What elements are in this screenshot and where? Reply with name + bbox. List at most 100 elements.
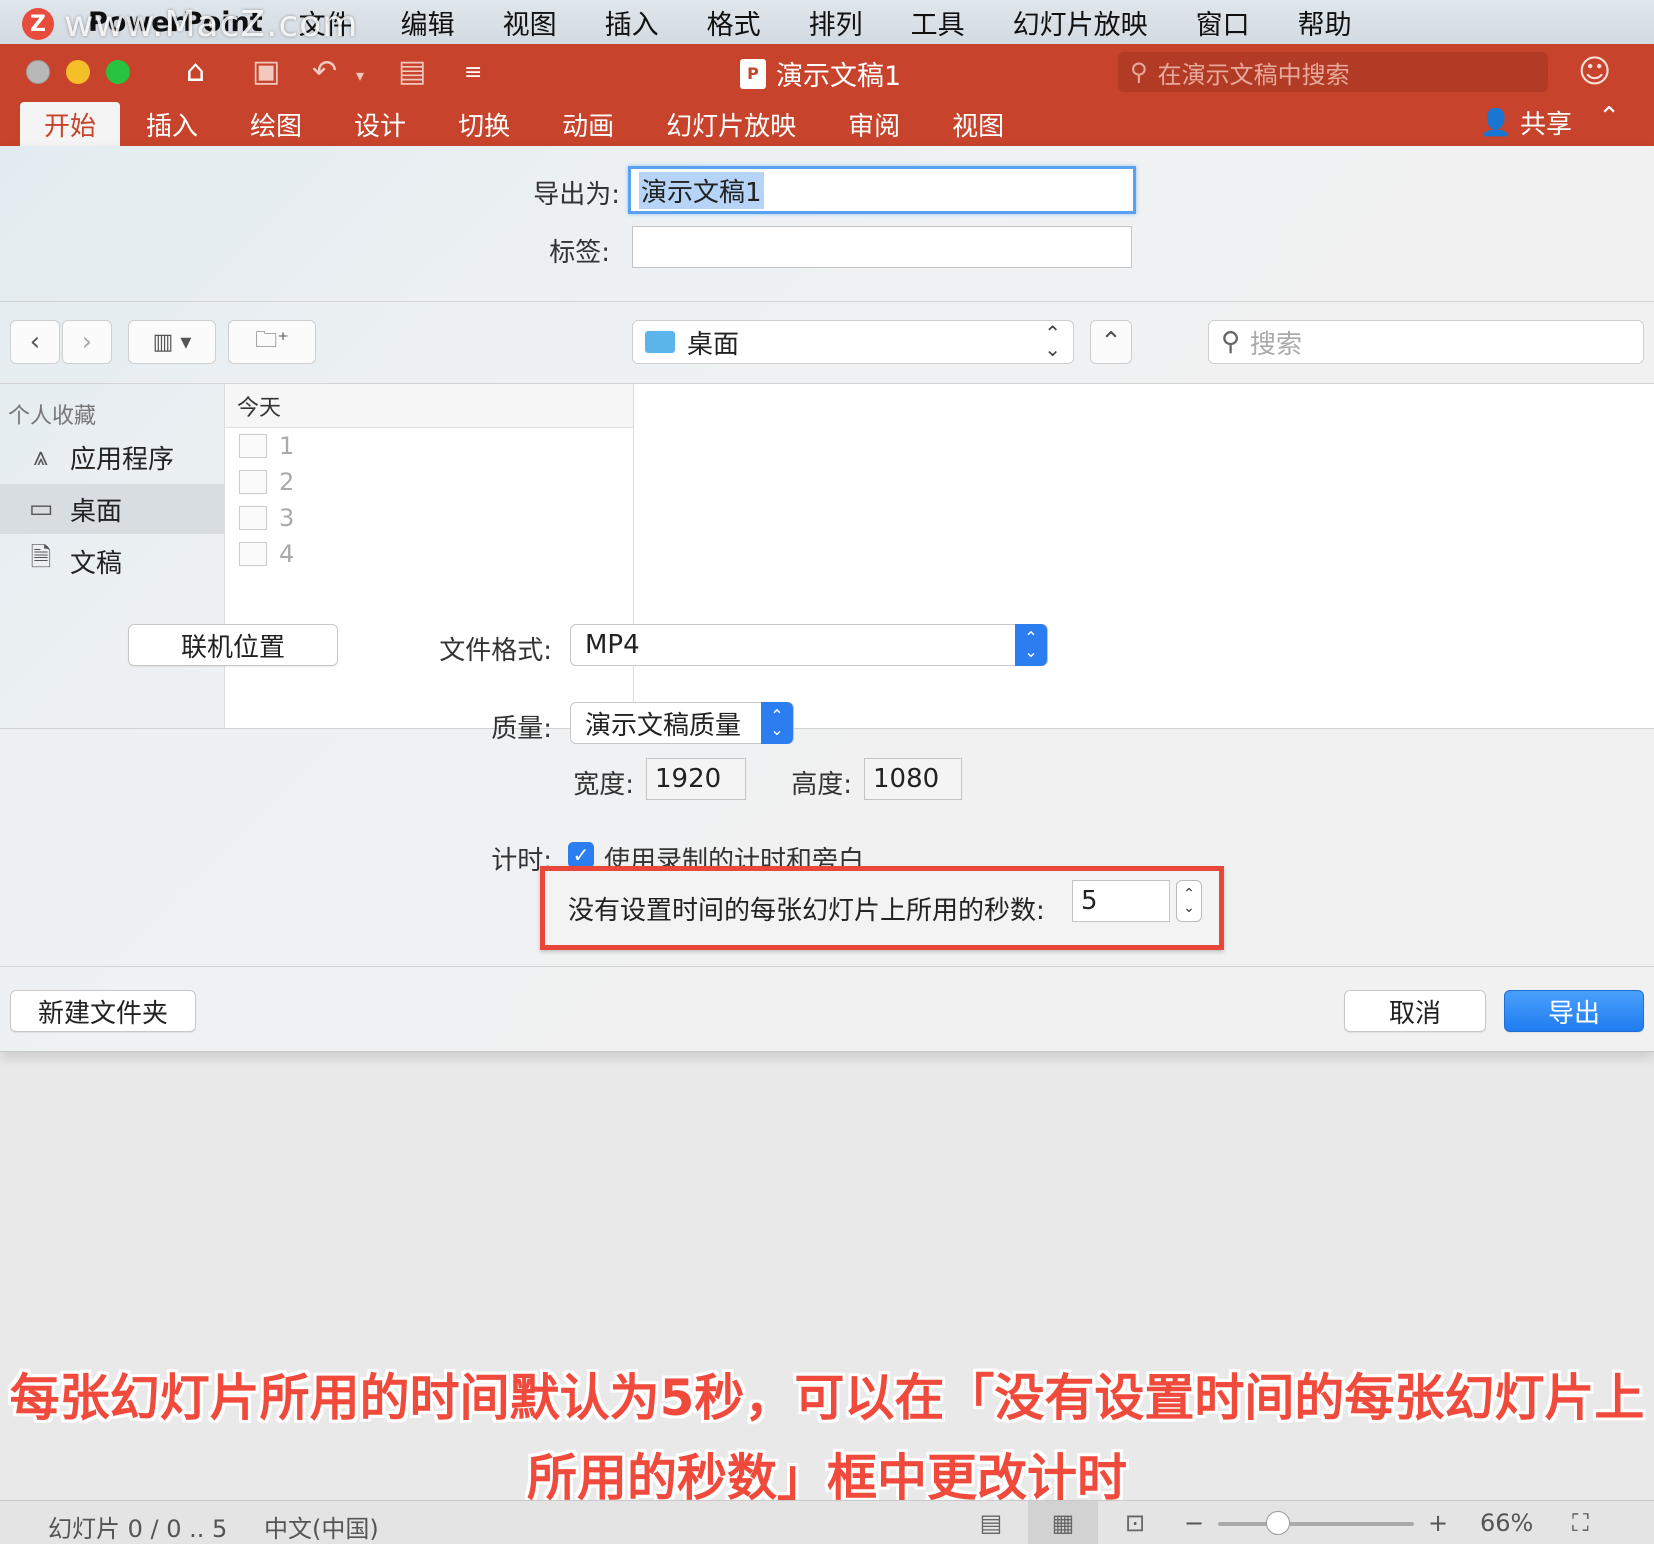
tab-slideshow[interactable]: 幻灯片放映 [640, 102, 822, 146]
select-chevron-icon: ⌃ ⌄ [761, 702, 793, 744]
menu-help[interactable]: 帮助 [1298, 3, 1352, 42]
save-icon[interactable]: ▣ [252, 54, 280, 89]
export-as-input[interactable]: 演示文稿1 [628, 166, 1136, 214]
location-select[interactable]: 桌面 ⌃ ⌄ [632, 320, 1074, 364]
share-button[interactable]: 👤 共享 [1480, 104, 1572, 141]
window-close-button[interactable] [26, 60, 50, 84]
tab-transitions[interactable]: 切换 [432, 102, 536, 146]
zoom-slider-knob[interactable] [1266, 1511, 1290, 1535]
menu-format[interactable]: 格式 [707, 3, 761, 42]
zoom-slider-track[interactable] [1218, 1522, 1414, 1526]
dialog-divider [0, 966, 1654, 967]
checkmark-icon: ✓ [572, 843, 590, 867]
sidebar-item-documents[interactable]: 🗎 文稿 [0, 536, 224, 586]
feedback-smiley-icon[interactable]: ☺ [1578, 52, 1611, 90]
home-icon[interactable]: ⌂ [186, 54, 205, 89]
height-label: 高度: [791, 770, 852, 800]
fit-to-window-icon[interactable]: ⛶ [1572, 1509, 1589, 1537]
document-search-field[interactable]: ⚲ 在演示文稿中搜索 [1118, 52, 1548, 92]
new-file-icon[interactable]: ▤ [398, 54, 426, 89]
window-minimize-button[interactable] [66, 60, 90, 84]
menu-view[interactable]: 视图 [503, 3, 557, 42]
height-field[interactable]: 1080 [864, 758, 962, 800]
window-zoom-button[interactable] [106, 60, 130, 84]
zoom-in-button[interactable]: + [1428, 1509, 1448, 1537]
desktop-icon: ▭ [28, 494, 54, 524]
ppt-document-icon: P [740, 58, 766, 89]
new-folder-icon: 🗀⁺ [255, 328, 289, 353]
new-folder-toolbar-button[interactable]: 🗀⁺ [228, 320, 316, 364]
timing-checkbox[interactable]: ✓ [568, 842, 594, 868]
dialog-search-field[interactable]: ⚲ 搜索 [1208, 320, 1644, 364]
width-label: 宽度: [573, 770, 634, 800]
chevron-right-icon: › [81, 327, 93, 357]
slide-thumbnail-icon [239, 542, 267, 566]
online-locations-button[interactable]: 联机位置 [128, 624, 338, 666]
file-name: 3 [279, 504, 295, 532]
zoom-out-button[interactable]: − [1184, 1509, 1204, 1537]
chevron-left-icon: ‹ [29, 327, 41, 357]
menu-arrange[interactable]: 排列 [809, 3, 863, 42]
export-as-value: 演示文稿1 [639, 171, 764, 209]
tab-view[interactable]: 视图 [926, 102, 1030, 146]
back-button[interactable]: ‹ [10, 320, 60, 364]
menu-slideshow[interactable]: 幻灯片放映 [1013, 3, 1148, 42]
file-row[interactable]: 2 [225, 464, 633, 500]
file-format-label: 文件格式: [439, 636, 552, 666]
forward-button[interactable]: › [62, 320, 112, 364]
dialog-search-placeholder: 搜索 [1250, 329, 1303, 360]
slide-counter: 幻灯片 0 / 0 .. 5 [48, 1515, 228, 1543]
updown-chevron-icon: ⌃ ⌄ [1044, 321, 1061, 361]
view-mode-button[interactable]: ▥ ▾ [128, 320, 216, 364]
collapse-ribbon-chevron-icon[interactable]: ⌃ [1598, 102, 1620, 132]
dialog-divider [0, 728, 1654, 729]
watermark-text: www.MacZ.com [64, 4, 359, 45]
file-row[interactable]: 4 [225, 536, 633, 572]
tab-draw[interactable]: 绘图 [224, 102, 328, 146]
file-preview-area [634, 384, 1654, 728]
new-folder-button[interactable]: 新建文件夹 [10, 990, 196, 1032]
quality-select[interactable]: 演示文稿质量 ⌃ ⌄ [570, 702, 794, 744]
menu-tools[interactable]: 工具 [911, 3, 965, 42]
menu-edit[interactable]: 编辑 [401, 3, 455, 42]
language-indicator[interactable]: 中文(中国) [264, 1509, 379, 1544]
tags-label: 标签: [549, 238, 610, 268]
add-person-icon: 👤 [1479, 107, 1512, 138]
tab-animations[interactable]: 动画 [536, 102, 640, 146]
menu-insert[interactable]: 插入 [605, 3, 659, 42]
cancel-button[interactable]: 取消 [1344, 990, 1486, 1032]
customize-toolbar-icon[interactable]: ≡ [464, 60, 482, 85]
folder-icon [645, 331, 675, 353]
select-chevron-icon: ⌃ ⌄ [1015, 624, 1047, 666]
file-row[interactable]: 3 [225, 500, 633, 536]
slide-sorter-icon: ▦ [1051, 1509, 1075, 1537]
file-browser-column: 今天 1 2 3 4 [224, 384, 634, 728]
zoom-level[interactable]: 66% [1480, 1509, 1533, 1537]
sidebar-item-applications[interactable]: ⩓ 应用程序 [0, 432, 224, 482]
undo-icon[interactable]: ↶ [312, 54, 337, 89]
export-button[interactable]: 导出 [1504, 990, 1644, 1032]
width-field[interactable]: 1920 [646, 758, 746, 800]
share-label: 共享 [1519, 110, 1572, 140]
sidebar-item-label: 应用程序 [70, 444, 175, 475]
menu-window[interactable]: 窗口 [1196, 3, 1250, 42]
presenter-view-button[interactable]: ⊡ [1100, 1501, 1170, 1544]
location-value: 桌面 [687, 329, 740, 360]
file-format-select[interactable]: MP4 ⌃ ⌄ [570, 624, 1048, 666]
expand-dialog-button[interactable]: ⌃ [1090, 320, 1132, 364]
sidebar-item-label: 文稿 [70, 548, 123, 579]
height-value: 1080 [873, 764, 940, 794]
tab-insert[interactable]: 插入 [120, 102, 224, 146]
seconds-stepper[interactable]: ⌃ ⌄ [1176, 880, 1202, 922]
undo-dropdown-chevron-icon[interactable]: ▾ [356, 66, 364, 85]
tab-design[interactable]: 设计 [328, 102, 432, 146]
seconds-input[interactable]: 5 [1072, 880, 1170, 922]
tab-home[interactable]: 开始 [20, 102, 121, 146]
sidebar-item-desktop[interactable]: ▭ 桌面 [0, 484, 224, 534]
tags-input[interactable] [632, 226, 1132, 268]
slide-sorter-button[interactable]: ▦ [1028, 1501, 1098, 1544]
file-row[interactable]: 1 [225, 428, 633, 464]
quality-label: 质量: [491, 714, 552, 744]
normal-view-button[interactable]: ▤ [956, 1501, 1026, 1544]
tab-review[interactable]: 审阅 [822, 102, 926, 146]
